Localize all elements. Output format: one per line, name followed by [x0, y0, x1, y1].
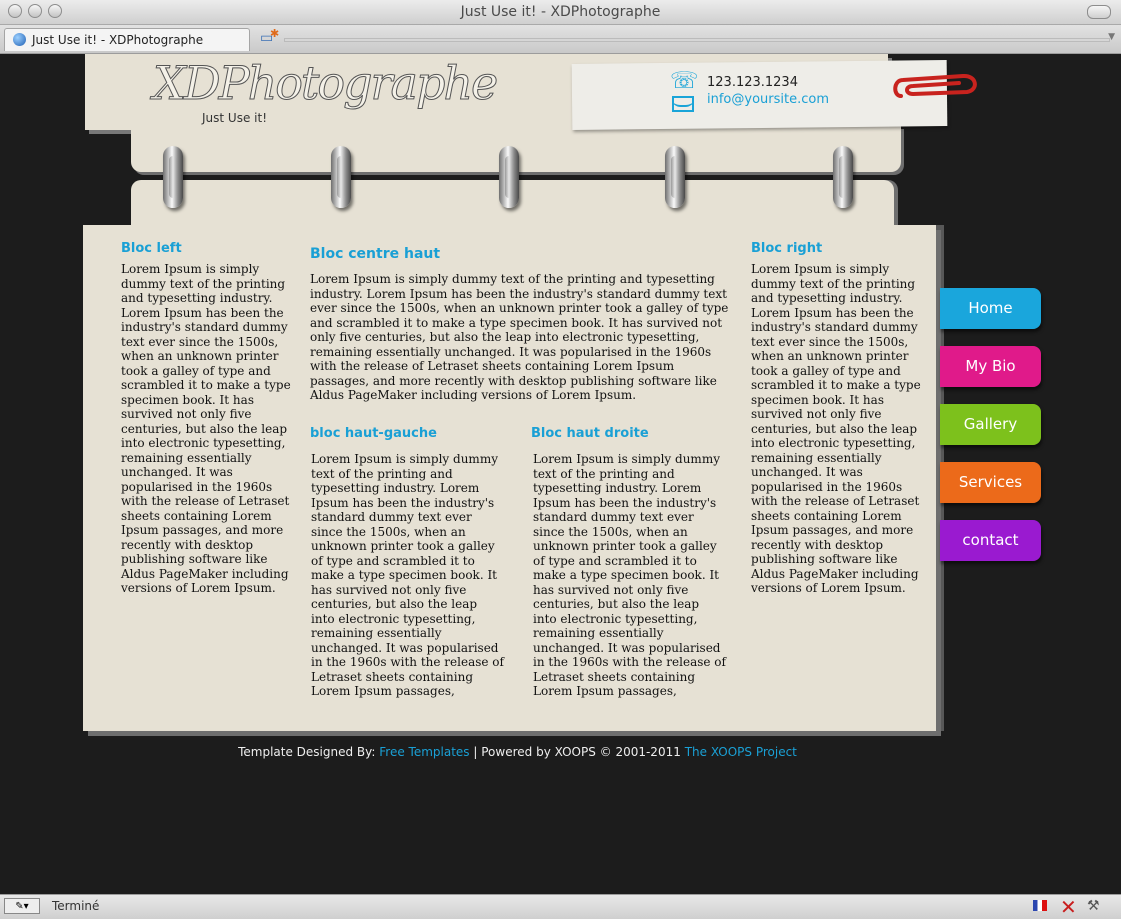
site-logo[interactable]: XDPhotographe: [152, 56, 498, 111]
zoom-window-button[interactable]: [48, 4, 62, 18]
mail-icon: [672, 96, 694, 112]
xoops-project-link[interactable]: The XOOPS Project: [685, 745, 797, 759]
window-title: Just Use it! - XDPhotographe: [460, 4, 661, 20]
status-text: Terminé: [52, 899, 100, 913]
nav-gallery-button[interactable]: Gallery: [940, 404, 1041, 445]
stop-icon[interactable]: ✕: [1060, 895, 1077, 919]
phone-icon: ☏: [670, 68, 699, 94]
bloc-haut-droite-title: Bloc haut droite: [531, 426, 649, 441]
tab-label: Just Use it! - XDPhotographe: [32, 33, 204, 47]
bloc-haut-droite-text: Lorem Ipsum is simply dummy text of the …: [533, 452, 726, 698]
tab-strip: [284, 38, 1110, 42]
page-footer: Template Designed By: Free Templates | P…: [0, 745, 1035, 759]
bloc-left-text: Lorem Ipsum is simply dummy text of the …: [121, 262, 291, 595]
chevron-down-icon[interactable]: ▼: [1108, 32, 1115, 42]
tab-bar: Just Use it! - XDPhotographe ▭ ✱ ▼: [0, 25, 1121, 54]
binder-ring: [499, 146, 519, 208]
french-flag-icon[interactable]: [1033, 900, 1047, 911]
globe-icon: [13, 33, 26, 46]
browser-tab[interactable]: Just Use it! - XDPhotographe: [4, 28, 250, 51]
status-bar: ✎▾ Terminé ✕ ⚒: [0, 894, 1121, 919]
bloc-haut-gauche-text: Lorem Ipsum is simply dummy text of the …: [311, 452, 504, 698]
binder-ring: [833, 146, 853, 208]
bloc-centre-haut-title: Bloc centre haut: [310, 246, 441, 262]
bloc-haut-gauche-title: bloc haut-gauche: [310, 426, 437, 441]
footer-prefix: Template Designed By:: [238, 745, 376, 759]
close-window-button[interactable]: [8, 4, 22, 18]
bloc-right-title: Bloc right: [751, 241, 823, 256]
nav-home-button[interactable]: Home: [940, 288, 1041, 329]
phone-number: 123.123.1234: [707, 75, 798, 90]
binder-ring: [665, 146, 685, 208]
new-tab-star-icon: ✱: [270, 27, 280, 40]
bloc-right-text: Lorem Ipsum is simply dummy text of the …: [751, 262, 921, 595]
toolbar-toggle-button[interactable]: [1087, 5, 1111, 19]
binder-ring: [163, 146, 183, 208]
status-tool-menu[interactable]: ✎▾: [4, 898, 40, 914]
nav-services-button[interactable]: Services: [940, 462, 1041, 503]
bloc-left-title: Bloc left: [121, 241, 182, 256]
email-link[interactable]: info@yoursite.com: [707, 92, 829, 107]
minimize-window-button[interactable]: [28, 4, 42, 18]
nav-my-bio-button[interactable]: My Bio: [940, 346, 1041, 387]
window-titlebar: Just Use it! - XDPhotographe: [0, 0, 1121, 25]
bloc-centre-haut-text: Lorem Ipsum is simply dummy text of the …: [310, 272, 729, 402]
free-templates-link[interactable]: Free Templates: [379, 745, 469, 759]
nav-contact-button[interactable]: contact: [940, 520, 1041, 561]
binder-ring: [331, 146, 351, 208]
site-slogan: Just Use it!: [202, 111, 267, 125]
tools-icon[interactable]: ⚒: [1087, 898, 1100, 914]
paperclip-icon: [893, 74, 977, 98]
footer-powered: | Powered by XOOPS © 2001-2011: [473, 745, 681, 759]
